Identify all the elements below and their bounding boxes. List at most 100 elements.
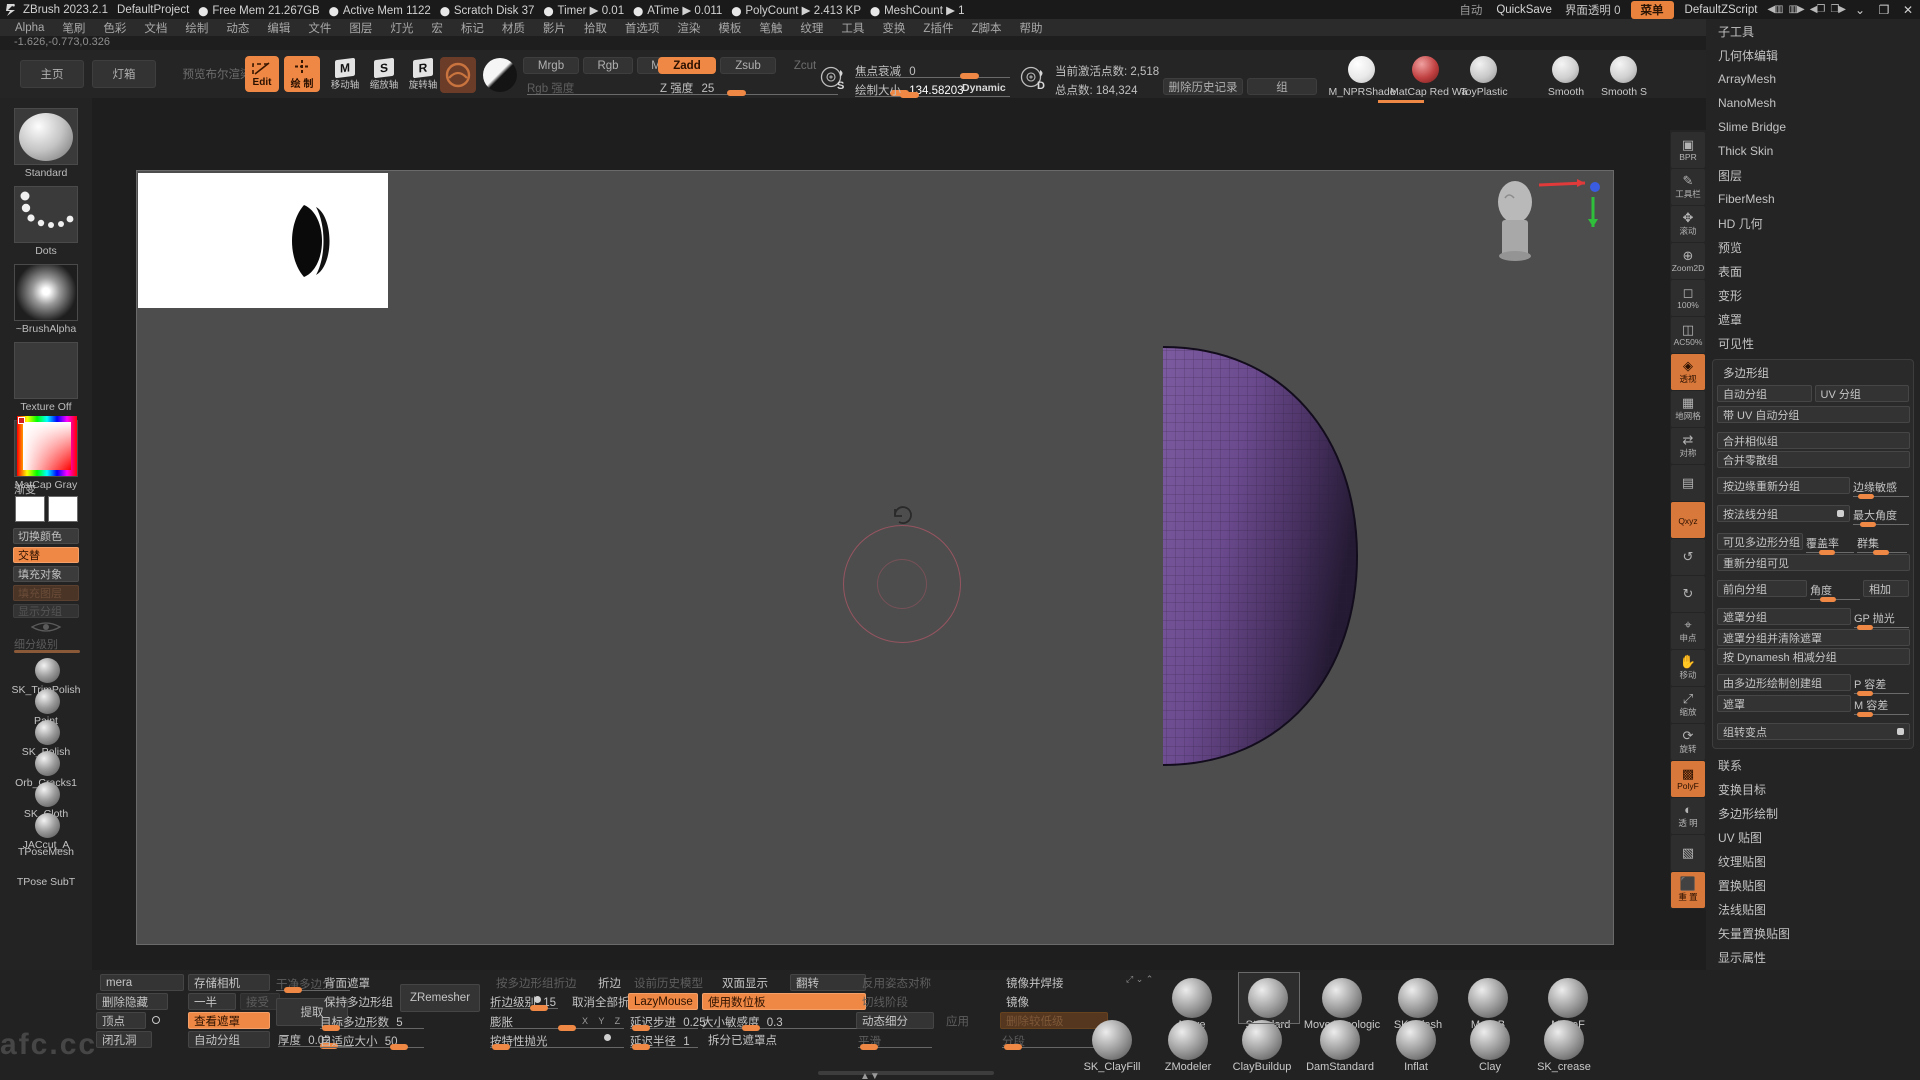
bottom-brush-Move[interactable] <box>1172 978 1212 1018</box>
polish-toggle-dot[interactable] <box>604 1034 611 1041</box>
use-tablet-button[interactable]: 使用数位板 <box>702 993 866 1010</box>
crease-by-polygroup-button[interactable]: 按多边形组折边 <box>490 974 590 991</box>
home-button[interactable]: 主页 <box>20 60 84 88</box>
zremesher-button[interactable]: ZRemesher <box>400 984 480 1012</box>
group-button[interactable]: 组 <box>1247 78 1317 95</box>
bottom-brush-Clay[interactable] <box>1470 1020 1510 1060</box>
shelf-arrows-icon[interactable]: ▲▼ <box>860 1071 880 1080</box>
left-brush-thumb-3[interactable] <box>35 751 60 776</box>
model-mesh[interactable] <box>1157 341 1457 771</box>
menu-item-24[interactable]: 帮助 <box>1010 19 1051 37</box>
shelf-item-缩放[interactable]: ⤢ 缩放 <box>1671 687 1705 723</box>
panel-bottom-item-7[interactable]: 矢量置换贴图 <box>1706 921 1920 945</box>
left-tray-texture-thumb[interactable] <box>14 342 78 399</box>
merge-stray-groups-button[interactable]: 合并零散组 <box>1717 451 1910 468</box>
focal-shift-track[interactable] <box>855 77 1010 78</box>
bottom-brush-SK_ClayFill[interactable] <box>1092 1020 1132 1060</box>
zsub-button[interactable]: Zsub <box>720 57 776 74</box>
menu-item-2[interactable]: 色彩 <box>94 19 135 37</box>
menu-item-5[interactable]: 动态 <box>217 19 258 37</box>
menu-item-6[interactable]: 编辑 <box>258 19 299 37</box>
size-sensitivity-track[interactable] <box>702 1028 866 1029</box>
camera-name-field[interactable]: mera <box>100 974 184 991</box>
split-masked-points-button[interactable]: 拆分已遮罩点 <box>702 1031 822 1048</box>
quicksave-button[interactable]: QuickSave <box>1489 3 1559 17</box>
edge-sensitivity-slider[interactable]: 边缘敏感 <box>1853 479 1909 499</box>
xyz-axes-label[interactable]: X Y Z <box>582 1016 624 1026</box>
bottom-brush-Inflat[interactable] <box>1396 1020 1436 1060</box>
left-brush-thumb-1[interactable] <box>35 689 60 714</box>
menu-item-3[interactable]: 文档 <box>135 19 176 37</box>
use-pose-symmetry-button[interactable]: 反用姿态对称 <box>856 974 952 991</box>
mirror-weld-button[interactable]: 镜像并焊接 <box>1000 974 1090 991</box>
zscript-next-button[interactable]: ▥▶ <box>1786 4 1807 15</box>
alpha-preview-window[interactable] <box>138 173 388 308</box>
panel-item-12[interactable]: 遮罩 <box>1706 307 1920 331</box>
angle-knob[interactable] <box>1820 597 1836 602</box>
panel-item-2[interactable]: ArrayMesh <box>1706 67 1920 91</box>
flip-button[interactable]: 翻转 <box>790 974 866 991</box>
mrgb-preview-sphere[interactable] <box>483 58 517 92</box>
subdiv-level-bar[interactable] <box>14 650 80 653</box>
shelf-item-透视[interactable]: ◈ 透视 <box>1671 354 1705 390</box>
focal-shift-knob[interactable] <box>960 73 979 79</box>
hidden-button-1[interactable]: 显示分组 <box>13 604 79 618</box>
secondary-color-swatch[interactable] <box>48 496 78 522</box>
ui-transparency-slider[interactable]: 界面透明 0 <box>1559 2 1658 24</box>
group-by-normals-button[interactable]: 按法线分组 <box>1717 505 1850 522</box>
left-brush-thumb-2[interactable] <box>35 720 60 745</box>
panel-item-6[interactable]: 图层 <box>1706 163 1920 187</box>
menu-item-13[interactable]: 影片 <box>534 19 575 37</box>
window-next-button[interactable]: ❐▶ <box>1827 4 1848 15</box>
bottom-brush-ZModeler[interactable] <box>1168 1020 1208 1060</box>
coverage-slider[interactable]: 覆盖率 <box>1806 535 1854 555</box>
delete-hidden-button[interactable]: 删除隐藏 <box>96 993 168 1010</box>
zadd-button[interactable]: Zadd <box>658 57 716 74</box>
shelf-item-地网格[interactable]: ▦ 地网格 <box>1671 391 1705 427</box>
material-sphere-0[interactable] <box>1348 56 1375 83</box>
menu-item-16[interactable]: 渲染 <box>668 19 709 37</box>
panel-bottom-item-1[interactable]: 变换目标 <box>1706 777 1920 801</box>
draw-size-track[interactable] <box>855 96 1010 97</box>
zscript-name[interactable]: DefaultZScript <box>1678 3 1765 17</box>
z-intensity-knob[interactable] <box>727 90 746 96</box>
mask-group-button[interactable]: 遮罩分组 <box>1717 608 1851 625</box>
restore-button[interactable]: ❐ <box>1872 0 1896 19</box>
panel-item-10[interactable]: 表面 <box>1706 259 1920 283</box>
draw-size-knob[interactable] <box>900 92 919 98</box>
panel-bottom-item-3[interactable]: UV 贴图 <box>1706 825 1920 849</box>
cluster-slider[interactable]: 群集 <box>1857 535 1907 555</box>
double-sided-button[interactable]: 双面显示 <box>716 974 786 991</box>
bottom-brush-ClayBuildup[interactable] <box>1242 1020 1282 1060</box>
polish-by-feature-track[interactable] <box>490 1047 624 1048</box>
material-sphere-4[interactable] <box>1610 56 1637 83</box>
shelf-item-PolyF[interactable]: ▩ PolyF <box>1671 761 1705 797</box>
group-to-point-button[interactable]: 组转变点 <box>1717 723 1910 740</box>
auto-group-with-uv-button[interactable]: 带 UV 自动分组 <box>1717 406 1910 423</box>
shelf-item-申点[interactable]: ⌖ 申点 <box>1671 613 1705 649</box>
keep-polygroups-button[interactable]: 保持多边形组 <box>318 993 402 1010</box>
delete-history-button[interactable]: 删除历史记录 <box>1163 78 1243 95</box>
angle-slider[interactable]: 角度 <box>1810 582 1860 602</box>
menu-item-10[interactable]: 宏 <box>422 19 452 37</box>
inflate-knob[interactable] <box>558 1025 576 1031</box>
material-sphere-2[interactable] <box>1470 56 1497 83</box>
shelf-item-移动[interactable]: ✋ 移动 <box>1671 650 1705 686</box>
coverage-knob[interactable] <box>1819 550 1835 555</box>
edit-mode-button[interactable]: Edit <box>245 56 279 92</box>
cluster-knob[interactable] <box>1873 550 1889 555</box>
bottom-scrollbar[interactable] <box>818 1071 994 1078</box>
auto-label[interactable]: 自动 <box>1452 1 1489 19</box>
current-material-swatch[interactable] <box>440 57 476 93</box>
panel-item-4[interactable]: Slime Bridge <box>1706 115 1920 139</box>
clean-polygroup-knob[interactable] <box>284 987 302 993</box>
menu-item-19[interactable]: 纹理 <box>791 19 832 37</box>
rgb-button[interactable]: Rgb <box>583 57 633 74</box>
scale-axis-button[interactable]: S 缩放轴 <box>366 57 402 91</box>
panel-item-13[interactable]: 可见性 <box>1706 331 1920 355</box>
no-history-model-button[interactable]: 设前历史模型 <box>628 974 710 991</box>
p-tolerance-knob[interactable] <box>1857 691 1873 696</box>
menu-item-14[interactable]: 拾取 <box>575 19 616 37</box>
auto-group-button[interactable]: 自动分组 <box>1717 385 1812 402</box>
left-brush-thumb-4[interactable] <box>35 782 60 807</box>
